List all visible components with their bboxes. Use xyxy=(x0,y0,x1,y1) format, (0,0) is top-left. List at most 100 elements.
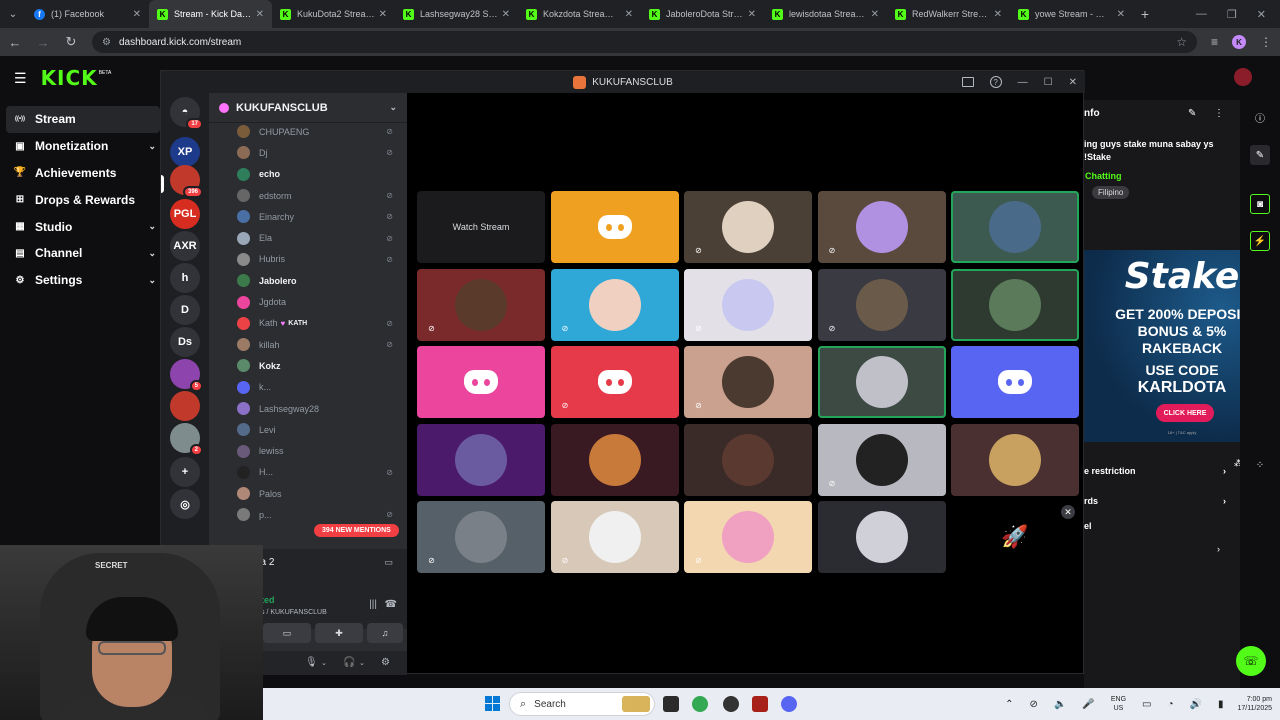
browser-menu-icon[interactable]: ⋮ xyxy=(1260,35,1272,49)
maximize-button[interactable]: ❐ xyxy=(1227,8,1237,21)
browser-tab[interactable]: K KukuDota2 Stream - ✕ xyxy=(272,0,395,28)
ad-click-here-button[interactable]: CLICK HERE xyxy=(1156,404,1214,422)
browser-tab[interactable]: Kyowe Stream - Watc ✕ xyxy=(1010,0,1133,28)
obs-icon[interactable] xyxy=(723,696,739,712)
voice-tile[interactable] xyxy=(684,423,812,496)
browser-tab[interactable]: K Lashsegway28 Stream ✕ xyxy=(395,0,518,28)
display-icon[interactable]: ▭ xyxy=(1142,699,1151,710)
voice-tile[interactable]: ⊘ xyxy=(417,268,545,341)
camera-icon[interactable]: ◙ xyxy=(1250,194,1270,214)
discord-minimize-button[interactable]: — xyxy=(1018,77,1028,88)
voice-tile[interactable]: ⊘ xyxy=(550,346,679,418)
nav-item-studio[interactable]: ▦ Studio ⌄ xyxy=(6,213,160,240)
headphones-icon[interactable]: 🎧 xyxy=(343,657,355,668)
discord-taskbar-icon[interactable] xyxy=(781,696,797,712)
browser-tab[interactable]: K RedWalkerr Stream - ✕ xyxy=(887,0,1010,28)
close-tab-icon[interactable]: ✕ xyxy=(625,9,633,20)
forward-button[interactable]: → xyxy=(36,35,50,50)
edit-icon[interactable]: ✎ xyxy=(1188,108,1196,119)
voice-member[interactable]: Hubris ⊘ xyxy=(209,249,407,270)
server-avatar-icon[interactable] xyxy=(170,391,200,421)
wifi-icon[interactable]: ◔ xyxy=(1167,699,1173,710)
guild-header[interactable]: KUKUFANSCLUB ⌄ xyxy=(209,93,407,123)
nav-item-stream[interactable]: ((•)) Stream xyxy=(6,106,160,133)
voice-member[interactable]: Einarchy ⊘ xyxy=(209,206,407,227)
voice-tile[interactable]: ⊘ xyxy=(417,501,545,573)
nav-item-drops-rewards[interactable]: ⊞ Drops & Rewards xyxy=(6,186,160,213)
close-tab-icon[interactable]: ✕ xyxy=(502,9,510,20)
browser-tab[interactable]: K JaboleroDota Stream ✕ xyxy=(641,0,764,28)
microphone-icon[interactable]: 🎙 xyxy=(305,657,318,668)
voice-member[interactable]: echo xyxy=(209,164,407,185)
reading-list-icon[interactable]: ≡ xyxy=(1211,35,1218,49)
nav-item-achievements[interactable]: 🏆 Achievements xyxy=(6,160,160,187)
voice-tile[interactable] xyxy=(951,191,1079,263)
rocket-icon[interactable]: 🚀 xyxy=(1001,524,1028,550)
voice-tile[interactable]: ⊘ xyxy=(817,268,946,341)
voice-tile[interactable]: ⊘ xyxy=(684,501,812,573)
chrome-icon[interactable] xyxy=(692,696,708,712)
hamburger-menu-icon[interactable]: ☰ xyxy=(14,70,27,87)
voice-member[interactable]: Levi xyxy=(209,419,407,440)
voice-member[interactable]: killah ⊘ xyxy=(209,334,407,355)
voice-member[interactable]: lewiss xyxy=(209,440,407,461)
activities-button[interactable]: ✚ xyxy=(315,623,363,643)
stream-category[interactable]: Chatting xyxy=(1085,171,1122,181)
reload-button[interactable]: ↻ xyxy=(64,34,78,50)
camera-button[interactable]: ▭ xyxy=(263,623,311,643)
kukufansclub-server-icon[interactable]: 396 xyxy=(170,165,203,198)
nav-item-settings[interactable]: ⚙ Settings ⌄ xyxy=(6,267,160,294)
voice-tile[interactable] xyxy=(550,191,679,263)
voice-member[interactable]: p... ⊘ xyxy=(209,504,407,525)
dota2-icon[interactable] xyxy=(752,696,768,712)
volume-icon[interactable]: 🔊 xyxy=(1190,699,1202,710)
close-tab-icon[interactable]: ✕ xyxy=(1117,9,1125,20)
tray-overflow-icon[interactable]: ⌃ xyxy=(1005,699,1013,710)
browser-tab[interactable]: Klewisdotaa Stream - ✕ xyxy=(764,0,887,28)
inbox-icon[interactable] xyxy=(961,77,974,87)
voice-member[interactable]: Kath ♥ KATH ⊘ xyxy=(209,313,407,334)
server-ds[interactable]: Ds xyxy=(170,327,200,357)
apps-icon[interactable]: ⁘ xyxy=(1250,455,1270,475)
discord-maximize-button[interactable]: ☐ xyxy=(1044,77,1053,88)
voice-tile[interactable] xyxy=(817,346,946,418)
chevron-down-icon[interactable]: ⌄ xyxy=(359,659,365,667)
voice-tile[interactable] xyxy=(417,423,545,496)
minimize-button[interactable]: — xyxy=(1196,8,1207,21)
xp-server-icon[interactable]: XP xyxy=(170,137,200,167)
omnibox[interactable]: ⚙ dashboard.kick.com/stream ☆ xyxy=(92,31,1197,53)
server-axr[interactable]: AXR xyxy=(170,231,200,261)
settings-row-rewards[interactable]: rds › xyxy=(1084,496,1234,506)
server-avatar-icon[interactable]: 5 xyxy=(170,359,203,392)
voice-member[interactable]: Jgdota xyxy=(209,291,407,312)
close-tab-icon[interactable]: ✕ xyxy=(133,9,141,20)
screen-share-icon[interactable]: ▭ xyxy=(384,557,393,568)
settings-row-restriction[interactable]: e restriction › xyxy=(1084,466,1234,476)
voice-tile[interactable]: Watch Stream xyxy=(417,191,545,263)
soundboard-button[interactable]: ♫ xyxy=(367,623,403,643)
clock[interactable]: 7:00 pm 17/11/2025 xyxy=(1237,695,1272,713)
voice-tile[interactable] xyxy=(951,268,1079,341)
discord-close-button[interactable]: ✕ xyxy=(1069,77,1077,88)
new-mentions-pill[interactable]: 394 NEW MENTIONS xyxy=(314,524,399,537)
chevron-right-icon[interactable]: › xyxy=(1217,544,1220,554)
voice-member[interactable]: H... ⊘ xyxy=(209,462,407,483)
kick-user-avatar[interactable] xyxy=(1234,68,1252,86)
voice-tile[interactable]: ⊘ xyxy=(684,268,812,341)
noise-suppression-icon[interactable]: ||| xyxy=(369,599,377,610)
voice-member[interactable]: Ela ⊘ xyxy=(209,227,407,248)
close-tab-icon[interactable]: ✕ xyxy=(994,9,1002,20)
task-view-icon[interactable] xyxy=(663,696,679,712)
info-icon[interactable]: ⓘ xyxy=(1250,107,1270,127)
voice-member[interactable]: Jabolero xyxy=(209,270,407,291)
voice-tile[interactable] xyxy=(417,346,545,418)
close-window-button[interactable]: ✕ xyxy=(1257,8,1266,21)
settings-row-channel[interactable]: el xyxy=(1084,521,1234,531)
voice-member[interactable]: CHUPAENG ⊘ xyxy=(209,121,407,142)
close-tab-icon[interactable]: ✕ xyxy=(256,9,264,20)
watch-stream-label[interactable]: Watch Stream xyxy=(453,222,510,232)
voice-member[interactable]: Dj ⊘ xyxy=(209,142,407,163)
voice-tile[interactable]: ⊘ xyxy=(684,191,812,263)
help-icon[interactable]: ? xyxy=(989,76,1002,88)
voice-member[interactable]: k... xyxy=(209,377,407,398)
